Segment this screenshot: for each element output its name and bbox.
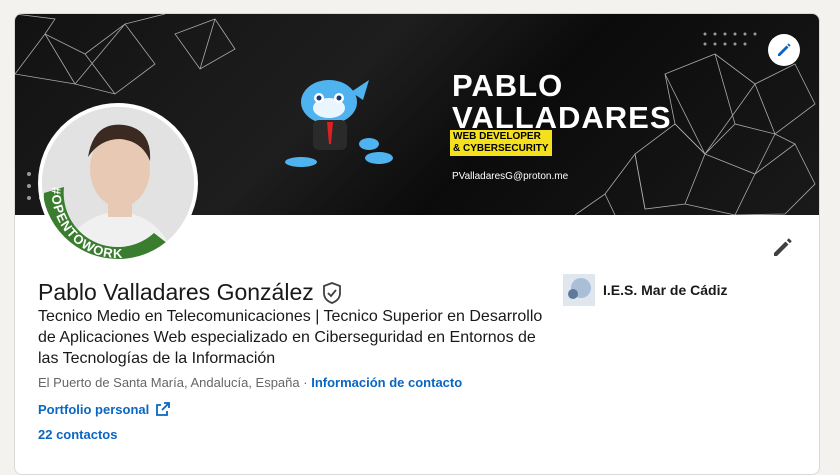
external-link-icon [156,402,171,416]
school-logo [563,274,595,306]
banner-name: PABLO VALLADARES [452,70,672,134]
location-row: El Puerto de Santa María, Andalucía, Esp… [38,375,462,390]
location-text: El Puerto de Santa María, Andalucía, Esp… [38,375,300,390]
open-to-work-badge: #OPENTOWORK [49,187,124,259]
contact-info-link[interactable]: Información de contacto [311,375,462,390]
edit-cover-button[interactable] [768,34,800,66]
school-name: I.E.S. Mar de Cádiz [603,282,728,298]
profile-photo[interactable]: #OPENTOWORK [38,103,198,263]
profile-card: PABLO VALLADARES WEB DEVELOPER & CYBERSE… [14,13,820,475]
banner-tagline: WEB DEVELOPER & CYBERSECURITY [450,130,552,156]
mascot-character-image [285,80,393,167]
separator-dot: · [303,375,308,390]
school-logo-image [563,274,595,306]
name-row: Pablo Valladares González [38,279,342,306]
pencil-icon [778,43,791,56]
banner-name-line1: PABLO [452,68,564,103]
svg-text:#OPENTOWORK: #OPENTOWORK [49,187,124,259]
profile-headline: Tecnico Medio en Telecomunicaciones | Te… [38,308,543,367]
pencil-icon [774,238,792,256]
education-item[interactable]: I.E.S. Mar de Cádiz [563,274,727,306]
profile-name: Pablo Valladares González [38,279,314,305]
portfolio-link[interactable]: Portfolio personal [38,401,171,417]
shield-check-icon[interactable] [322,281,342,304]
portfolio-label: Portfolio personal [38,401,150,417]
avatar: #OPENTOWORK [42,107,194,259]
edit-intro-button[interactable] [771,235,795,259]
connections-link[interactable]: 22 contactos [38,427,117,442]
banner-email: PValladaresG@proton.me [452,171,569,182]
open-to-work-text: #OPENTOWORK [49,187,123,259]
